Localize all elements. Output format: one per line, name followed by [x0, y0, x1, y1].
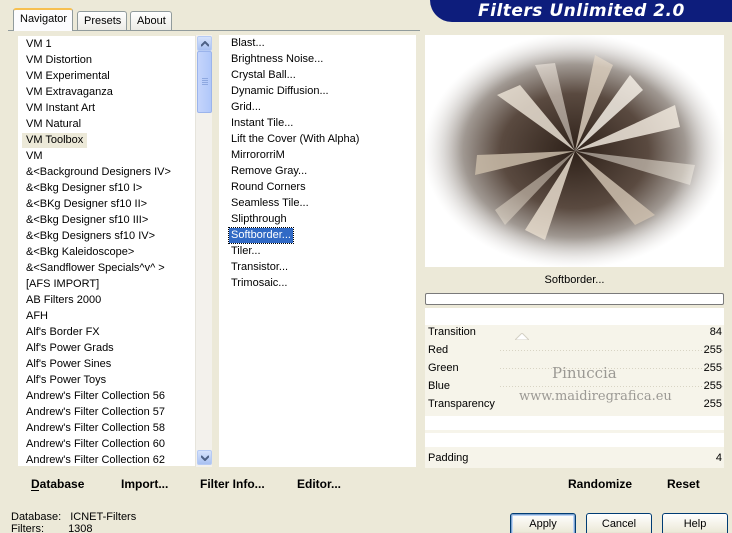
randomize-button[interactable]: Randomize	[568, 477, 632, 491]
category-item[interactable]: Andrew's Filter Collection 57	[22, 405, 169, 420]
param-label: Blue	[428, 380, 451, 392]
scroll-up-button[interactable]	[197, 36, 212, 51]
filter-item[interactable]: Trimosaic...	[229, 276, 289, 291]
preview-image	[425, 35, 724, 267]
slider-thumb-icon[interactable]	[515, 333, 529, 340]
filter-item[interactable]: Dynamic Diffusion...	[229, 84, 331, 99]
category-item[interactable]: Alf's Power Toys	[22, 373, 110, 388]
category-item[interactable]: AFH	[22, 309, 52, 324]
category-item[interactable]: Andrew's Filter Collection 56	[22, 389, 169, 404]
category-item[interactable]: VM Distortion	[22, 53, 96, 68]
filter-item[interactable]: Remove Gray...	[229, 164, 309, 179]
scroll-thumb[interactable]	[197, 51, 212, 113]
chevron-up-icon	[201, 41, 209, 47]
param-value[interactable]: 84	[710, 324, 722, 341]
param-label: Padding	[428, 452, 469, 464]
watermark-name: Pinuccia	[552, 364, 617, 382]
filter-item[interactable]: MirrororriM	[229, 148, 287, 163]
category-item[interactable]: VM Instant Art	[22, 101, 99, 116]
tab-navigator[interactable]: Navigator	[13, 8, 73, 31]
category-item[interactable]: AB Filters 2000	[22, 293, 105, 308]
category-item[interactable]: &<Bkg Designer sf10 I>	[22, 181, 146, 196]
filter-item[interactable]: Lift the Cover (With Alpha)	[229, 132, 361, 147]
param-empty-row	[425, 416, 724, 430]
param-label: Green	[428, 362, 459, 374]
filter-info-button[interactable]: Filter Info...	[200, 477, 265, 491]
category-item[interactable]: VM Experimental	[22, 69, 114, 84]
param-label: Transition	[428, 326, 476, 338]
tab-about[interactable]: About	[130, 11, 172, 30]
app-title: Filters Unlimited 2.0	[478, 1, 685, 21]
category-item[interactable]: Alf's Power Grads	[22, 341, 118, 356]
category-item[interactable]: VM Extravaganza	[22, 85, 117, 100]
apply-button[interactable]: Apply	[510, 513, 576, 533]
filter-item[interactable]: Crystal Ball...	[229, 68, 298, 83]
param-label: Transparency	[428, 398, 495, 410]
category-item[interactable]: &<Sandflower Specials^v^ >	[22, 261, 169, 276]
filters-count-info: Filters: 1308	[11, 523, 93, 533]
header-banner: Filters Unlimited 2.0	[430, 0, 732, 22]
category-item[interactable]: Alf's Power Sines	[22, 357, 115, 372]
filter-item[interactable]: Transistor...	[229, 260, 290, 275]
database-info: Database: ICNET-Filters	[11, 511, 136, 523]
category-item[interactable]: &<Bkg Kaleidoscope>	[22, 245, 138, 260]
slider-track	[500, 350, 725, 351]
category-item[interactable]: VM Natural	[22, 117, 85, 132]
reset-button[interactable]: Reset	[667, 477, 700, 491]
parameters-panel: Transition 84 Red 255 Green 255 Blue 255…	[425, 308, 725, 468]
param-label: Red	[428, 344, 449, 356]
category-item[interactable]: Andrew's Filter Collection 60	[22, 437, 169, 452]
filters-label: Filters:	[11, 523, 44, 533]
category-item[interactable]: VM	[22, 149, 47, 164]
accelerator-underline	[31, 490, 39, 491]
tab-presets[interactable]: Presets	[77, 11, 127, 30]
param-padding[interactable]: Padding 4	[425, 450, 724, 467]
filter-item[interactable]: Seamless Tile...	[229, 196, 311, 211]
category-item[interactable]: Andrew's Filter Collection 62	[22, 453, 169, 466]
param-value[interactable]: 255	[704, 396, 722, 413]
database-value: ICNET-Filters	[70, 511, 137, 523]
category-item[interactable]: &<BKg Designer sf10 II>	[22, 197, 151, 212]
category-scrollbar[interactable]	[195, 35, 212, 467]
import-button[interactable]: Import...	[121, 477, 168, 491]
category-item[interactable]: Andrew's Filter Collection 58	[22, 421, 169, 436]
watermark-url: www.maidiregrafica.eu	[519, 389, 672, 404]
database-button[interactable]: Database	[31, 477, 84, 491]
filters-count: 1308	[68, 523, 93, 533]
filter-item[interactable]: Round Corners	[229, 180, 308, 195]
category-item[interactable]: Alf's Border FX	[22, 325, 104, 340]
cancel-button[interactable]: Cancel	[586, 513, 652, 533]
filter-item[interactable]: Softborder...	[228, 227, 294, 244]
category-list[interactable]: VM 1 VM Distortion VM Experimental VM Extra…	[17, 35, 213, 467]
chevron-down-icon	[201, 455, 209, 461]
filter-item[interactable]: Blast...	[229, 36, 267, 51]
filter-list[interactable]: Blast... Brightness Noise... Crystal Ball.…	[219, 35, 416, 467]
scroll-down-button[interactable]	[197, 450, 212, 465]
filter-item[interactable]: Tiler...	[229, 244, 263, 259]
category-item[interactable]: &<Bkg Designer sf10 III>	[22, 213, 152, 228]
filter-item[interactable]: Instant Tile...	[229, 116, 295, 131]
category-item[interactable]: &<Background Designers IV>	[22, 165, 175, 180]
database-label: Database:	[11, 511, 62, 523]
filter-item[interactable]: Grid...	[229, 100, 263, 115]
preview-filter-name: Softborder...	[425, 269, 724, 291]
filter-item[interactable]: Slipthrough	[229, 212, 289, 227]
slider-track	[500, 386, 725, 387]
category-item[interactable]: &<Bkg Designers sf10 IV>	[22, 229, 159, 244]
preview-artwork	[425, 35, 724, 267]
param-spacer	[425, 308, 724, 325]
category-item[interactable]: VM 1	[22, 37, 56, 52]
param-empty-row	[425, 433, 724, 447]
progress-bar	[425, 293, 724, 305]
editor-button[interactable]: Editor...	[297, 477, 341, 491]
help-button[interactable]: Help	[662, 513, 728, 533]
filter-item[interactable]: Brightness Noise...	[229, 52, 325, 67]
param-transition[interactable]: Transition 84	[425, 324, 724, 341]
category-item[interactable]: VM Toolbox	[22, 133, 88, 148]
param-value[interactable]: 4	[716, 450, 722, 467]
category-item[interactable]: [AFS IMPORT]	[22, 277, 103, 292]
